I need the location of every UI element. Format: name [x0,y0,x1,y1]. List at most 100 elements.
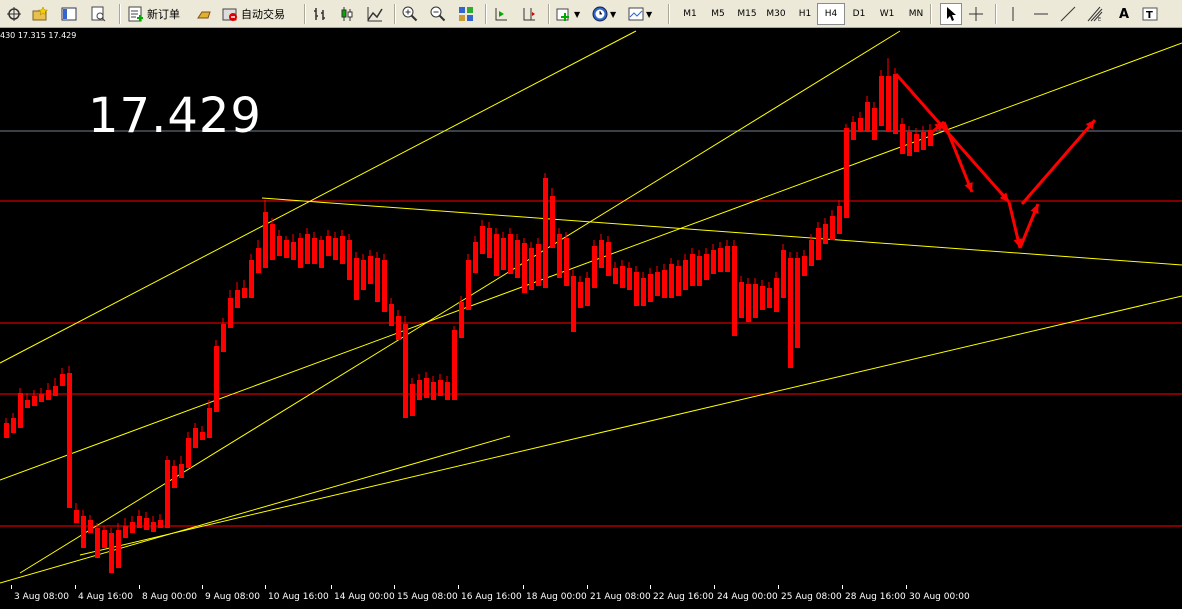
candle-body [4,423,9,438]
zoom-in-icon[interactable] [402,3,418,25]
candlestick [697,250,702,286]
auto-scroll-icon[interactable] [493,3,509,25]
candlestick [249,254,254,298]
timeframe-m5-button[interactable]: M5 [704,3,732,25]
time-axis-label: 8 Aug 00:00 [142,592,197,602]
candlestick [557,228,562,278]
candle-body [151,522,156,532]
candlestick [298,233,303,268]
candlestick [284,236,289,258]
timeframe-m30-button[interactable]: M30 [762,3,790,25]
candle-body [53,386,58,396]
arrow-shaft [894,73,1011,203]
candlestick [200,426,205,440]
gold-bar-icon[interactable] [196,3,212,25]
candle-body [900,124,905,154]
data-window-icon[interactable] [90,3,106,25]
candle-body [879,76,884,126]
candlestick [207,400,212,438]
candlestick [879,70,884,126]
candlestick [683,254,688,290]
timeframe-h4-button[interactable]: H4 [817,3,845,25]
line-chart-icon[interactable] [367,3,383,25]
candlestick [585,272,590,306]
candlestick [809,234,814,266]
candle-body [221,324,226,352]
candlestick [137,510,142,528]
text-tool-icon[interactable]: A [1116,3,1132,25]
vertical-line-icon[interactable] [1005,3,1021,25]
candlestick [536,238,541,286]
candlestick [851,116,856,140]
zoom-out-icon[interactable] [430,3,446,25]
candle-body [809,240,814,266]
time-axis-tick [394,585,395,589]
time-axis-tick [139,585,140,589]
candle-body [326,236,331,256]
fibonacci-icon[interactable]: E [1087,3,1103,25]
time-axis-tick [778,585,779,589]
candlestick [88,515,93,533]
candle-body [599,240,604,268]
crosshair-move-icon[interactable] [6,3,22,25]
bar-chart-icon[interactable] [312,3,328,25]
candlestick [396,310,401,340]
candle-body [767,288,772,308]
candle-body [921,132,926,150]
candlestick [81,510,86,548]
candlestick [872,102,877,140]
candlestick [438,374,443,396]
candle-body [648,274,653,302]
candlestick [690,248,695,286]
candle-body [291,242,296,260]
time-axis-tick [842,585,843,589]
timeframe-h1-button[interactable]: H1 [791,3,819,25]
candle-body [144,518,149,530]
candle-body [788,258,793,368]
candlestick [452,326,457,400]
candle-body [46,390,51,400]
cursor-tool-icon[interactable] [940,3,962,25]
periods-dropdown-icon: ▼ [610,9,617,19]
trendline-icon[interactable] [1060,3,1076,25]
candlestick [242,280,247,298]
candle-body [88,520,93,533]
candle-body [347,240,352,280]
candle-body [571,276,576,332]
text-label-icon[interactable]: T [1142,3,1158,25]
horizontal-line-icon[interactable] [1033,3,1049,25]
candlestick [263,200,268,268]
candle-body [501,238,506,270]
chart-shift-icon[interactable] [521,3,537,25]
candlestick [305,228,310,264]
candlestick-icon[interactable] [339,3,355,25]
candlestick [158,514,163,528]
candlestick [893,68,898,134]
timeframe-w1-button[interactable]: W1 [873,3,901,25]
candle-body [865,102,870,132]
candlestick [361,254,366,290]
candlestick [662,264,667,298]
candle-body [382,260,387,312]
new-order-button[interactable]: 新订单 [128,3,180,25]
folder-star-icon[interactable] [32,3,49,25]
timeframe-d1-button[interactable]: D1 [845,3,873,25]
candlestick [46,383,51,400]
candlestick [732,240,737,336]
auto-trade-button[interactable]: 自动交易 [222,3,285,25]
indicators-button[interactable]: ▼ [556,3,580,25]
templates-button[interactable]: ▼ [628,3,652,25]
timeframe-m1-button[interactable]: M1 [676,3,704,25]
candlestick [655,266,660,296]
candle-body [830,216,835,240]
crosshair-icon[interactable] [968,3,984,25]
tile-windows-icon[interactable] [458,3,474,25]
candle-body [641,278,646,306]
periods-button[interactable]: ▼ [592,3,616,25]
time-axis-tick [11,585,12,589]
candlestick [431,376,436,400]
timeframe-m15-button[interactable]: M15 [733,3,761,25]
market-watch-icon[interactable] [61,3,77,25]
candlestick [375,252,380,302]
timeframe-mn-button[interactable]: MN [902,3,930,25]
